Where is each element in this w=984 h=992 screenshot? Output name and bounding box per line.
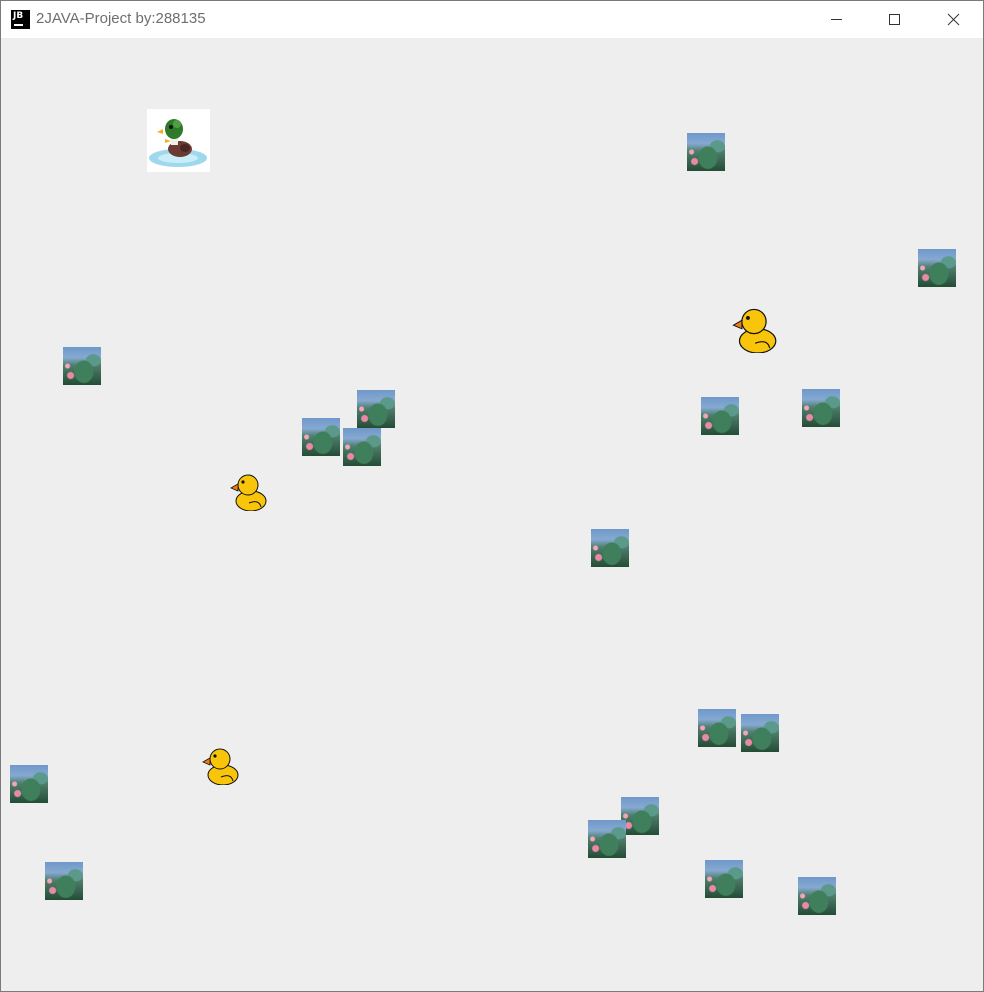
lotus-leaf-tile <box>698 709 736 747</box>
lotus-leaf-tile <box>357 390 395 428</box>
lotus-leaf-tile <box>63 347 101 385</box>
lotus-leaf-tile <box>45 862 83 900</box>
window-title: 2JAVA-Project by:288135 <box>36 10 206 27</box>
lotus-leaf-tile <box>918 249 956 287</box>
lotus-leaf-tile <box>741 714 779 752</box>
lotus-leaf-tile <box>591 529 629 567</box>
game-canvas[interactable] <box>1 38 983 991</box>
yellow-duck-sprite <box>229 473 267 512</box>
lotus-leaf-tile <box>588 820 626 858</box>
maximize-icon <box>889 14 900 25</box>
minimize-icon <box>831 19 842 20</box>
close-button[interactable] <box>923 1 981 38</box>
maximize-button[interactable] <box>865 1 923 38</box>
yellow-duck-sprite <box>731 307 777 354</box>
lotus-leaf-tile <box>302 418 340 456</box>
minimize-button[interactable] <box>807 1 865 38</box>
player-duck-sprite <box>147 109 210 172</box>
lotus-leaf-tile <box>701 397 739 435</box>
lotus-leaf-tile <box>343 428 381 466</box>
lotus-leaf-tile <box>10 765 48 803</box>
jetbrains-logo-icon: JB <box>11 10 30 29</box>
lotus-leaf-tile <box>802 389 840 427</box>
lotus-leaf-tile <box>705 860 743 898</box>
title-bar[interactable]: JB 2JAVA-Project by:288135 <box>1 1 983 38</box>
game-window: JB 2JAVA-Project by:288135 <box>0 0 984 992</box>
lotus-leaf-tile <box>798 877 836 915</box>
yellow-duck-sprite <box>201 747 239 786</box>
close-icon <box>947 13 960 26</box>
lotus-leaf-tile <box>621 797 659 835</box>
lotus-leaf-tile <box>687 133 725 171</box>
